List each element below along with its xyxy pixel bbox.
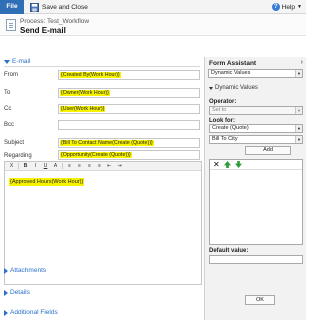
email-document-icon <box>6 19 16 31</box>
default-value-field[interactable] <box>209 255 303 264</box>
delete-icon[interactable]: ✕ <box>213 160 220 169</box>
align-center-icon[interactable]: ≡ <box>76 163 83 169</box>
to-field[interactable]: {Owner(Work Hour)} <box>58 88 200 98</box>
bcc-label: Bcc <box>4 122 15 128</box>
cc-label: Cc <box>4 106 12 112</box>
from-value: {Created By(Work Hour)} <box>60 72 121 78</box>
from-field[interactable]: {Created By(Work Hour)} <box>58 70 200 80</box>
ok-button[interactable]: OK <box>245 295 275 305</box>
operator-value: Set to <box>212 107 227 113</box>
to-label: To <box>4 90 11 96</box>
additional-fields-section-toggle[interactable]: Additional Fields <box>4 309 58 316</box>
italic-button[interactable]: I <box>32 163 39 169</box>
dynamic-values-label: Dynamic Values <box>215 85 258 91</box>
subject-value: {Bill To Contact Name(Create (Quote))} <box>60 140 154 146</box>
form-assistant-mode-value: Dynamic Values <box>211 70 251 76</box>
look-for-entity-select[interactable]: Create (Quote) ▼ <box>209 124 303 133</box>
additional-fields-title: Additional Fields <box>10 309 58 316</box>
chevron-down-icon: ▼ <box>295 125 302 132</box>
save-icon <box>30 2 39 12</box>
help-menu[interactable]: ? Help ▼ <box>271 0 302 14</box>
expand-icon <box>4 267 8 274</box>
look-for-entity-value: Create (Quote) <box>212 125 249 131</box>
bold-button[interactable]: B <box>22 163 29 169</box>
section-divider <box>4 66 200 67</box>
details-title: Details <box>10 289 30 296</box>
chevron-down-icon: ▼ <box>297 4 302 10</box>
cc-value: {User(Work Hour)} <box>60 106 106 112</box>
default-value-label: Default value: <box>209 248 249 254</box>
ribbon: File Save and Close ? Help ▼ <box>0 0 306 14</box>
move-down-icon[interactable] <box>234 161 242 168</box>
font-color-button[interactable]: A <box>52 163 59 169</box>
file-tab[interactable]: File <box>0 0 24 14</box>
look-for-field-select[interactable]: Bill To City ▼ <box>209 135 303 144</box>
dynamic-values-header[interactable]: Dynamic Values <box>209 85 258 91</box>
outdent-icon[interactable]: ⇤ <box>106 163 113 169</box>
expand-icon <box>209 86 213 90</box>
bullet-list-icon[interactable]: ≡ <box>96 163 103 169</box>
page-title: Send E-mail <box>20 26 66 35</box>
form-assistant-title: Form Assistant <box>209 60 257 67</box>
save-and-close-button[interactable]: Save and Close <box>30 0 88 14</box>
chevron-down-icon: ▼ <box>295 107 302 114</box>
regarding-field[interactable]: {Opportunity(Create (Quote))} <box>58 150 200 160</box>
email-form: E-mail From {Created By(Work Hour)} To {… <box>0 37 204 320</box>
form-assistant-mode-select[interactable]: Dynamic Values ▼ <box>208 69 303 78</box>
indent-icon[interactable]: ⇥ <box>116 163 123 169</box>
add-button[interactable]: Add <box>245 146 291 155</box>
move-up-icon[interactable] <box>223 161 231 168</box>
chevron-down-icon: ▼ <box>295 136 302 143</box>
form-assistant-panel: Form Assistant › Dynamic Values ▼ Dynami… <box>204 57 306 320</box>
help-label: Help <box>281 3 296 11</box>
cc-field[interactable]: {User(Work Hour)} <box>58 104 200 114</box>
help-icon: ? <box>271 3 280 11</box>
expand-icon <box>4 289 8 296</box>
email-body-value: {Approved Hours(Work Hour)} <box>9 178 85 186</box>
email-section-title: E-mail <box>12 58 31 65</box>
email-section-toggle[interactable]: E-mail <box>4 58 30 65</box>
align-left-icon[interactable]: ≡ <box>66 163 73 169</box>
toolbar-divider <box>18 163 19 169</box>
subject-label: Subject <box>4 140 25 146</box>
chevron-down-icon: ▼ <box>295 70 302 77</box>
expand-icon <box>4 309 8 316</box>
save-and-close-label: Save and Close <box>42 3 88 11</box>
collapse-panel-icon[interactable]: › <box>301 59 303 66</box>
editor-toolbar: X B I U A ≡ ≡ ≡ ≡ ⇤ ⇥ <box>5 162 201 171</box>
details-section-toggle[interactable]: Details <box>4 289 30 296</box>
regarding-label: Regarding <box>4 153 32 159</box>
process-name: Process: Test_Workflow <box>20 18 90 25</box>
form-header: Process: Test_Workflow Send E-mail <box>0 14 306 36</box>
toolbar-divider <box>62 163 63 169</box>
subject-field[interactable]: {Bill To Contact Name(Create (Quote))} <box>58 138 200 148</box>
regarding-value: {Opportunity(Create (Quote))} <box>60 152 132 158</box>
align-right-icon[interactable]: ≡ <box>86 163 93 169</box>
operator-label: Operator: <box>209 99 237 105</box>
dynamic-values-list[interactable]: ✕ <box>209 159 303 245</box>
expand-icon <box>4 59 10 64</box>
look-for-field-value: Bill To City <box>212 136 238 142</box>
underline-button[interactable]: U <box>42 163 49 169</box>
operator-select[interactable]: Set to ▼ <box>209 106 303 115</box>
from-label: From <box>4 72 18 78</box>
cut-icon[interactable]: X <box>8 163 15 169</box>
list-toolbar: ✕ <box>210 160 302 170</box>
to-value: {Owner(Work Hour)} <box>60 90 110 96</box>
bcc-field[interactable] <box>58 120 200 130</box>
attachments-section-toggle[interactable]: Attachments <box>4 267 46 274</box>
attachments-title: Attachments <box>10 267 47 274</box>
